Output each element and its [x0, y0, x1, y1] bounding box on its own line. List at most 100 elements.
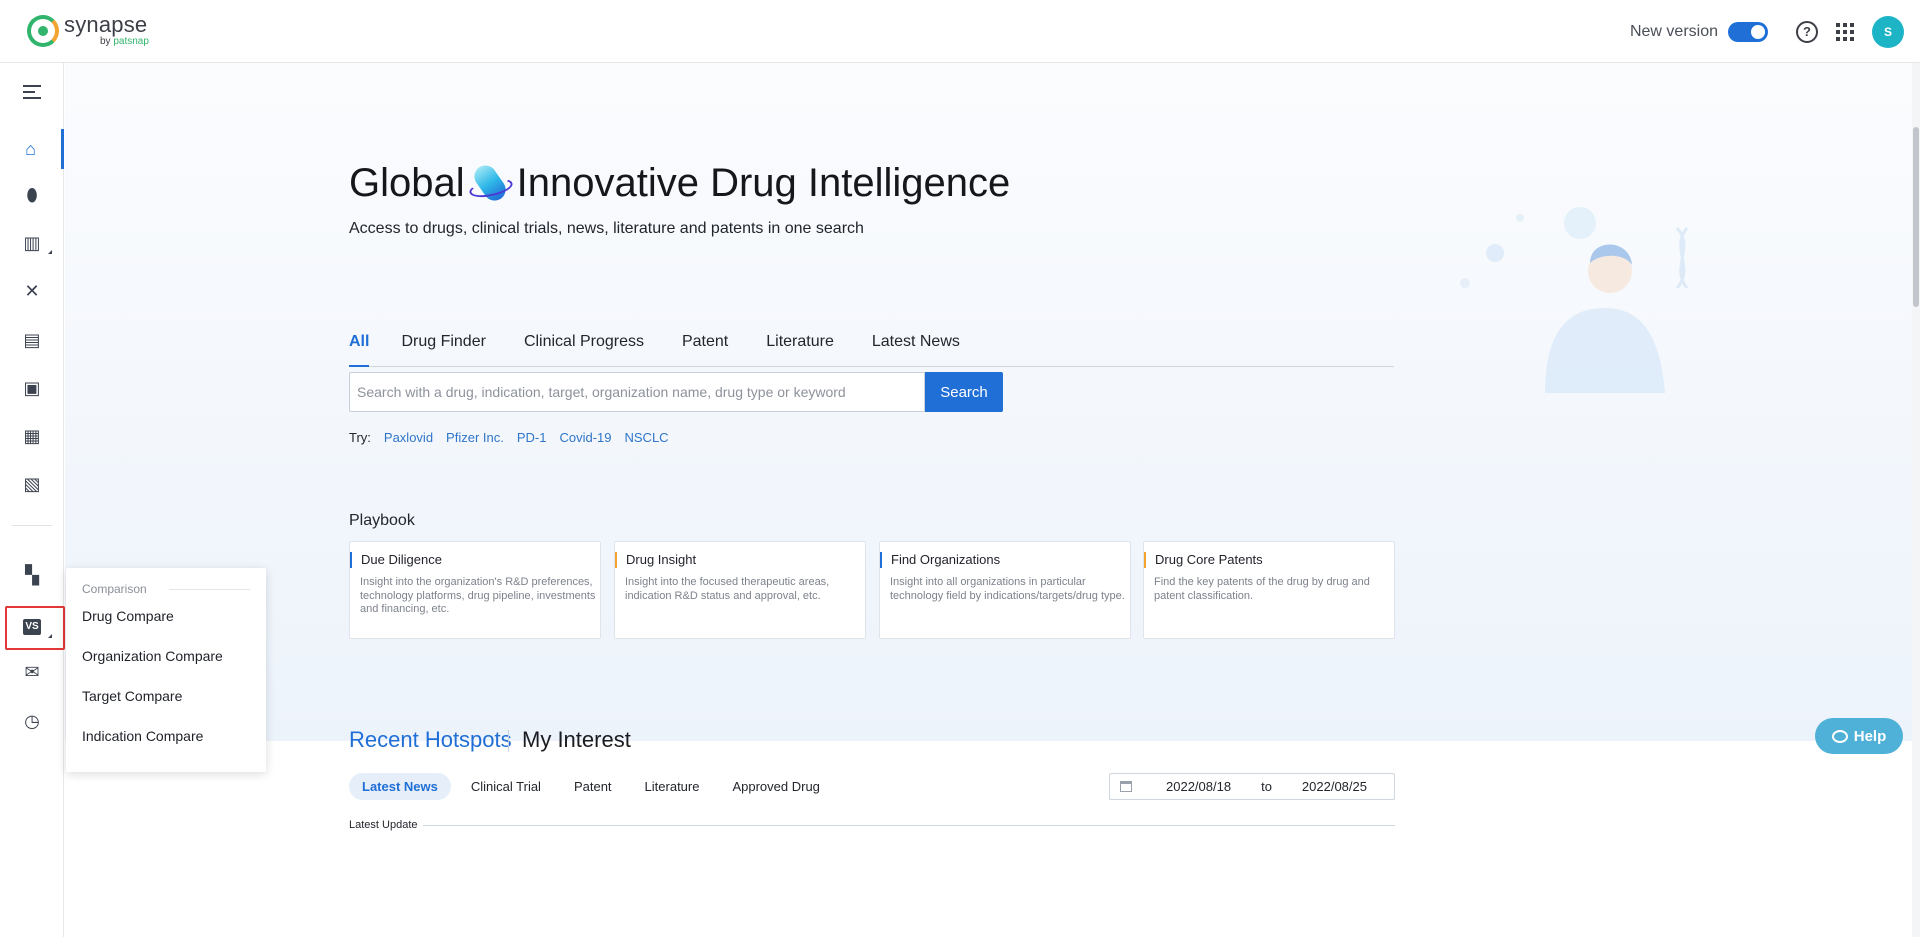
dashboard-icon: ▚ — [25, 566, 39, 584]
hero-subtitle: Access to drugs, clinical trials, news, … — [349, 220, 864, 238]
target-icon: ✕ — [24, 282, 39, 300]
tab-literature[interactable]: Literature — [766, 333, 834, 367]
synapse-logo[interactable]: synapse by patsnap — [27, 14, 149, 47]
dropdown-item-indication-compare[interactable]: Indication Compare — [82, 716, 266, 756]
hero-section: Global Innovative Drug Intelligence Acce… — [65, 63, 1920, 741]
sidebar-item-comparison[interactable]: VS — [0, 607, 64, 647]
calendar-icon — [1120, 781, 1132, 792]
try-label: Try: — [349, 430, 371, 445]
subtab-latest-news[interactable]: Latest News — [349, 773, 451, 800]
tab-latest-news[interactable]: Latest News — [872, 333, 960, 367]
user-avatar[interactable]: S — [1872, 16, 1904, 48]
sidebar-item-home[interactable]: ⌂ — [0, 129, 64, 169]
pill-icon: ⬮ — [26, 186, 37, 204]
comparison-dropdown: Comparison Drug Compare Organization Com… — [66, 568, 266, 772]
date-to[interactable]: 2022/08/25 — [1302, 779, 1367, 794]
hotspot-subtabs: Latest News Clinical Trial Patent Litera… — [349, 773, 853, 800]
newspaper-icon: ▧ — [23, 475, 40, 493]
search-button[interactable]: Search — [925, 372, 1003, 412]
hero-title-right: Innovative Drug Intelligence — [517, 161, 1011, 206]
help-button[interactable]: Help — [1815, 718, 1903, 754]
scrollbar-thumb[interactable] — [1913, 127, 1919, 307]
try-link-pd1[interactable]: PD-1 — [517, 430, 547, 445]
playbook-card-due-diligence[interactable]: Due Diligence Insight into the organizat… — [349, 541, 601, 639]
logo-brand: patsnap — [113, 36, 149, 47]
sidebar-item-news[interactable]: ▣ — [0, 368, 64, 408]
menu-collapse-icon — [23, 85, 41, 99]
card-title: Drug Core Patents — [1144, 552, 1263, 568]
sidebar-item-dashboard[interactable]: ▚ — [0, 555, 64, 595]
scientist-illustration — [1425, 193, 1705, 393]
card-description: Insight into all organizations in partic… — [890, 576, 1126, 603]
tab-clinical-progress[interactable]: Clinical Progress — [524, 333, 644, 367]
try-link-pfizer[interactable]: Pfizer Inc. — [446, 430, 504, 445]
sidebar-item-clinical[interactable]: ▤ — [0, 320, 64, 360]
header-actions: New version ? S — [1630, 0, 1904, 63]
date-from[interactable]: 2022/08/18 — [1166, 779, 1231, 794]
tab-drug-finder[interactable]: Drug Finder — [401, 333, 485, 367]
playbook-card-drug-core-patents[interactable]: Drug Core Patents Find the key patents o… — [1143, 541, 1395, 639]
try-link-covid19[interactable]: Covid-19 — [559, 430, 611, 445]
apps-grid-icon[interactable] — [1836, 23, 1854, 41]
synapse-logo-icon — [27, 15, 59, 47]
clinical-report-icon: ▤ — [23, 331, 40, 349]
new-version-toggle[interactable] — [1728, 22, 1768, 42]
try-link-paxlovid[interactable]: Paxlovid — [384, 430, 433, 445]
logo-by-label: by — [100, 36, 111, 47]
playbook-title: Playbook — [349, 512, 415, 530]
logo-by: by patsnap — [100, 37, 149, 47]
subtab-literature[interactable]: Literature — [645, 779, 700, 794]
news-card-icon: ▣ — [23, 379, 40, 397]
sidebar-item-patent[interactable]: ▧ — [0, 464, 64, 504]
card-title: Drug Insight — [615, 552, 696, 568]
help-icon[interactable]: ? — [1796, 21, 1818, 43]
sidebar-menu-toggle[interactable] — [0, 72, 64, 112]
submenu-caret-icon — [48, 250, 52, 254]
sidebar-item-workspace[interactable]: ✉ — [0, 652, 64, 692]
sidebar-item-literature[interactable]: ▦ — [0, 416, 64, 456]
submenu-caret-icon — [48, 634, 52, 638]
subtab-clinical-trial[interactable]: Clinical Trial — [471, 779, 541, 794]
page-scrollbar[interactable] — [1912, 63, 1920, 937]
playbook-card-drug-insight[interactable]: Drug Insight Insight into the focused th… — [614, 541, 866, 639]
hotspots-divider — [508, 730, 509, 752]
document-icon: ▦ — [23, 427, 40, 445]
playbook-card-find-organizations[interactable]: Find Organizations Insight into all orga… — [879, 541, 1131, 639]
search-tabs: All Drug Finder Clinical Progress Patent… — [349, 333, 1394, 367]
sidebar-item-organization[interactable]: ▥ — [0, 223, 64, 263]
tab-all[interactable]: All — [349, 333, 369, 367]
recent-hotspots-tab[interactable]: Recent Hotspots — [349, 727, 512, 753]
dropdown-item-organization-compare[interactable]: Organization Compare — [82, 636, 266, 676]
dropdown-item-target-compare[interactable]: Target Compare — [82, 676, 266, 716]
latest-update-divider — [423, 825, 1395, 826]
date-separator: to — [1261, 779, 1272, 794]
comparison-icon: VS — [23, 619, 40, 635]
dropdown-item-drug-compare[interactable]: Drug Compare — [82, 596, 266, 636]
search-input[interactable]: Search with a drug, indication, target, … — [349, 372, 925, 412]
top-header: synapse by patsnap New version ? S — [0, 0, 1920, 63]
date-range-picker[interactable]: 2022/08/18 to 2022/08/25 — [1109, 773, 1395, 800]
sidebar-item-drug[interactable]: ⬮ — [0, 175, 64, 215]
organization-icon: ▥ — [23, 234, 40, 252]
latest-update-label: Latest Update — [349, 819, 418, 831]
card-title: Due Diligence — [350, 552, 442, 568]
new-version-label: New version — [1630, 23, 1718, 41]
my-interest-tab[interactable]: My Interest — [522, 727, 631, 753]
card-description: Insight into the organization's R&D pref… — [360, 576, 596, 617]
sidebar-item-history[interactable]: ◷ — [0, 701, 64, 741]
card-description: Insight into the focused therapeutic are… — [625, 576, 861, 603]
left-sidebar: ⌂ ⬮ ▥ ✕ ▤ ▣ ▦ ▧ ▚ VS ✉ ◷ — [0, 63, 64, 937]
home-icon: ⌂ — [25, 140, 36, 158]
logo-name: synapse — [64, 14, 149, 36]
history-icon: ◷ — [24, 712, 40, 730]
try-link-nsclc[interactable]: NSCLC — [625, 430, 669, 445]
subtab-patent[interactable]: Patent — [574, 779, 612, 794]
chat-bubble-icon — [1832, 730, 1848, 743]
help-button-label: Help — [1854, 728, 1887, 745]
mail-upload-icon: ✉ — [24, 663, 39, 681]
dropdown-title: Comparison — [82, 582, 266, 596]
sidebar-item-target[interactable]: ✕ — [0, 271, 64, 311]
hero-title-left: Global — [349, 161, 465, 206]
subtab-approved-drug[interactable]: Approved Drug — [732, 779, 819, 794]
tab-patent[interactable]: Patent — [682, 333, 728, 367]
